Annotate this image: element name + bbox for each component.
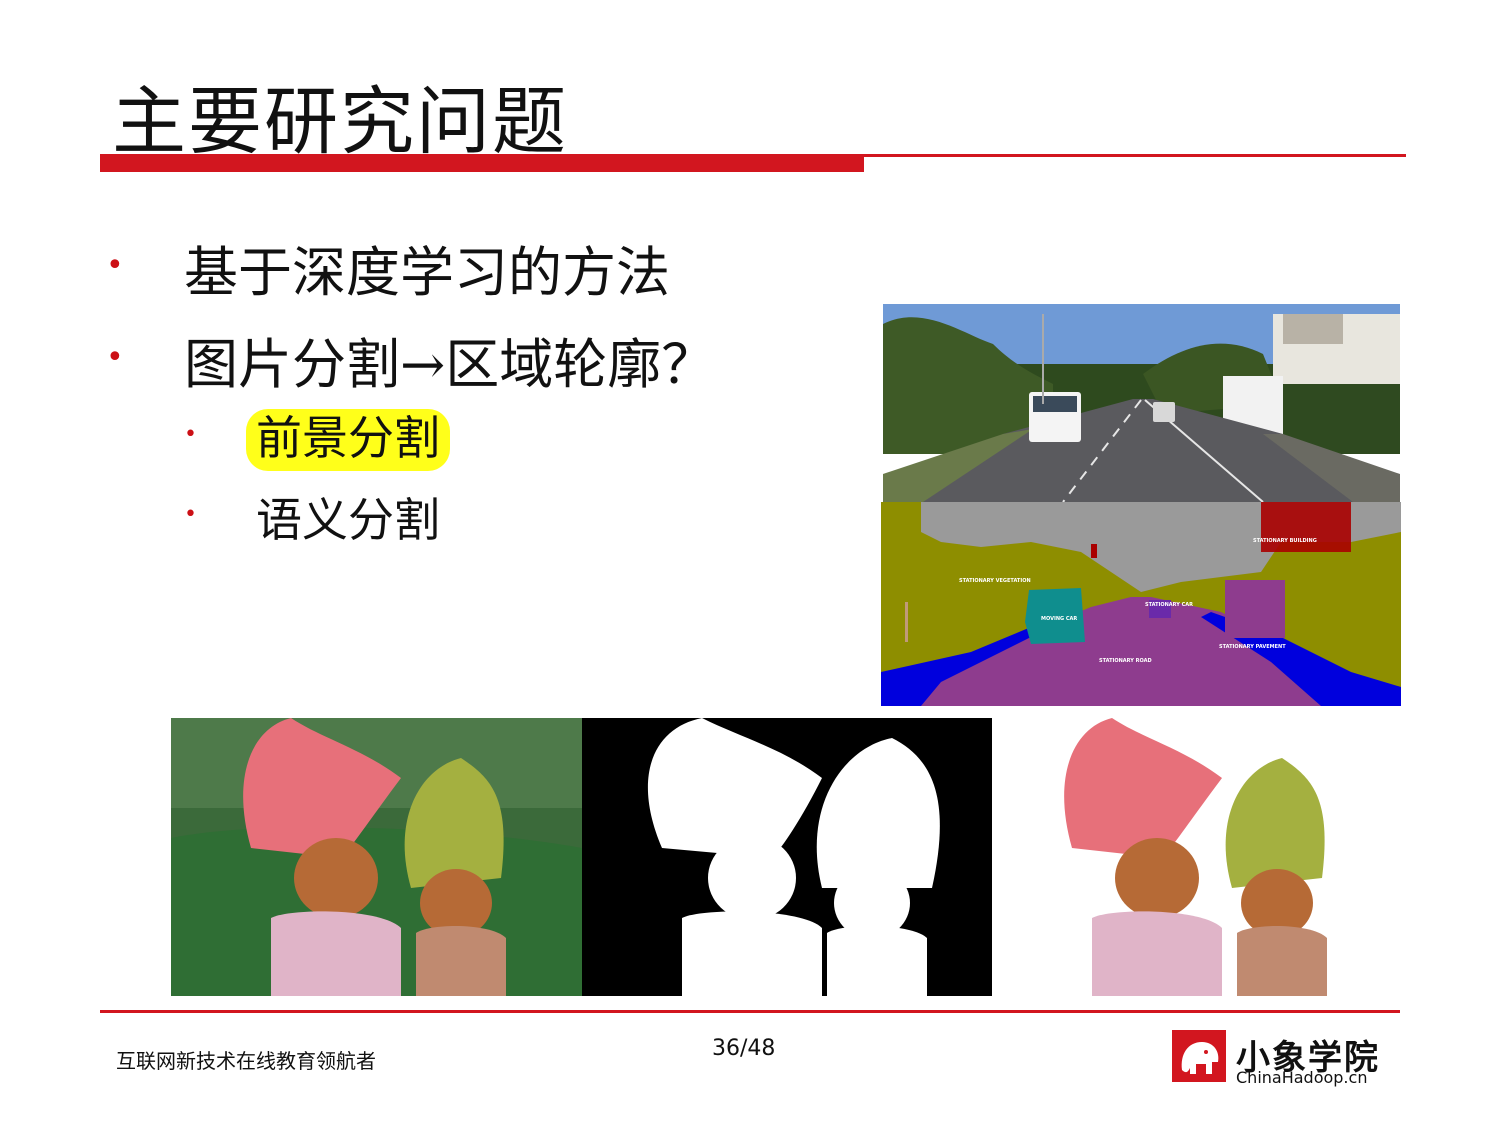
- page-number: 36/48: [712, 1036, 776, 1061]
- label-stationary-car: STATIONARY CAR: [1145, 602, 1194, 608]
- slide-title: 主要研究问题: [112, 79, 568, 165]
- label-stationary-road: STATIONARY ROAD: [1099, 658, 1152, 664]
- title-underline-thick: [100, 154, 864, 172]
- street-photo: [883, 304, 1400, 502]
- footer-divider: [100, 1010, 1400, 1013]
- elephant-logo-icon: [1172, 1030, 1226, 1082]
- sub-bullet-semantic: 语义分割: [256, 493, 440, 547]
- bullet-deep-learning: 基于深度学习的方法: [184, 241, 670, 304]
- highlighted-text: 前景分割: [246, 409, 450, 471]
- troll-dolls-photo: [171, 718, 582, 996]
- label-moving-car: MOVING CAR: [1041, 616, 1078, 622]
- label-stationary-building: STATIONARY BUILDING: [1253, 538, 1317, 544]
- semantic-segmentation-map: STATIONARY BUILDING STATIONARY VEGETATIO…: [881, 502, 1401, 706]
- troll-alpha-matte: [582, 718, 992, 996]
- bullet-marker: •: [106, 340, 124, 375]
- sub-bullet-marker: •: [184, 502, 197, 527]
- sub-bullet-foreground: 前景分割: [246, 402, 450, 471]
- logo-url: ChinaHadoop.cn: [1236, 1068, 1368, 1087]
- title-underline-thin: [864, 154, 1406, 157]
- troll-foreground-cutout: [992, 718, 1402, 996]
- bullet-segmentation: 图片分割→区域轮廓？: [184, 333, 716, 396]
- footer-motto: 互联网新技术在线教育领航者: [116, 1049, 376, 1073]
- label-stationary-pavement: STATIONARY PAVEMENT: [1219, 644, 1286, 650]
- bullet-marker: •: [106, 248, 124, 283]
- label-stationary-vegetation: STATIONARY VEGETATION: [959, 578, 1031, 584]
- sub-bullet-marker: •: [184, 422, 197, 447]
